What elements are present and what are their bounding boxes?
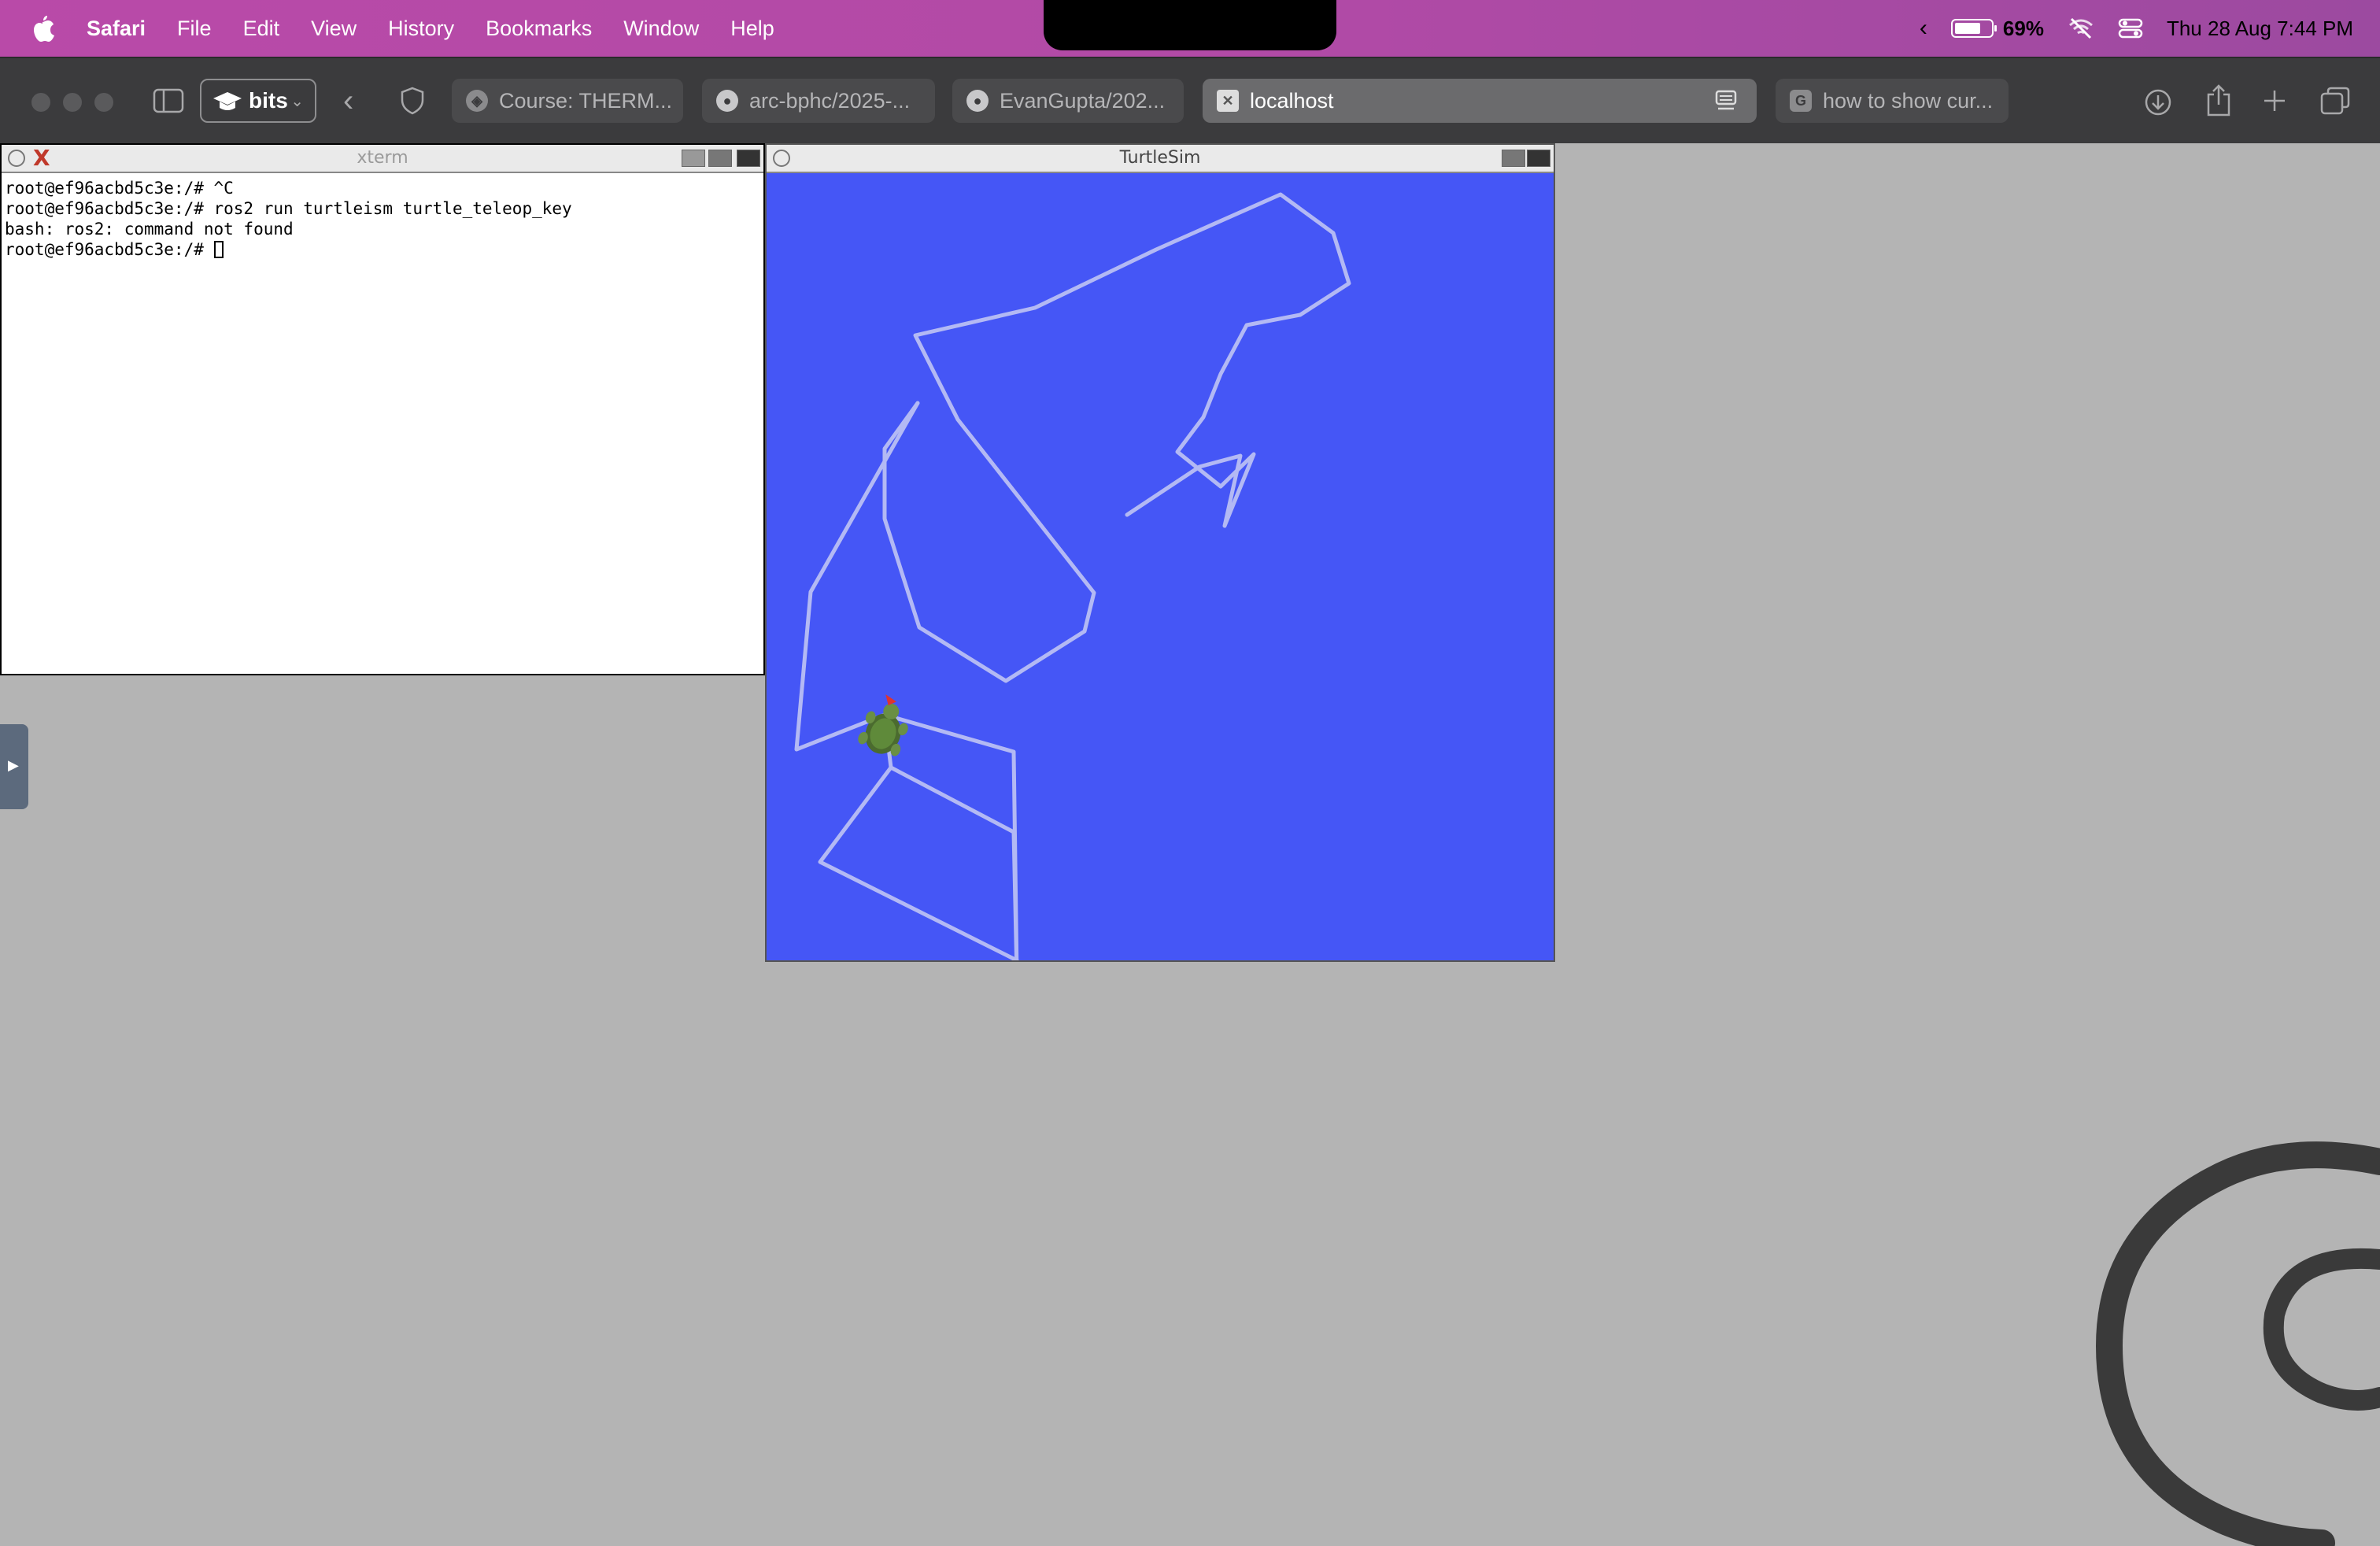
battery-percent: 69% <box>2002 16 2044 40</box>
tab-label: arc-bphc/2025-... <box>749 88 911 113</box>
turtlesim-canvas <box>794 192 1351 960</box>
tab-label: Course: THERM... <box>499 88 673 113</box>
tab-label: EvanGupta/202... <box>1000 88 1166 113</box>
maximize-icon[interactable] <box>708 150 732 167</box>
turtle-icon <box>858 694 908 756</box>
wifi-off-icon[interactable] <box>2068 17 2094 39</box>
control-center-icon[interactable] <box>2118 17 2143 39</box>
terminal-prompt: root@ef96acbd5c3e:/# <box>5 240 214 259</box>
back-icon[interactable]: ‹ <box>343 85 353 117</box>
tab-evangupta[interactable]: ● EvanGupta/202... <box>952 79 1184 123</box>
tab-how-to-show[interactable]: G how to show cur... <box>1776 79 2009 123</box>
terminal-output[interactable]: root@ef96acbd5c3e:/# ^C root@ef96acbd5c3e… <box>2 173 763 264</box>
profile-label: bits <box>249 88 288 113</box>
github-icon: ● <box>966 90 989 112</box>
terminal-line: root@ef96acbd5c3e:/# ros2 run turtleism … <box>5 199 572 218</box>
zoom-window-button[interactable] <box>94 93 113 112</box>
turtlesim-title: TurtleSim <box>1119 148 1201 168</box>
xterm-title: xterm <box>357 148 408 168</box>
debian-logo-icon <box>2095 1141 2380 1546</box>
tab-course[interactable]: ◈ Course: THERM... <box>452 79 683 123</box>
profile-selector[interactable]: bits ⌄ <box>200 79 316 123</box>
tab-label: how to show cur... <box>1823 88 1994 113</box>
download-icon[interactable] <box>2144 88 2172 117</box>
minimize-icon[interactable] <box>682 150 705 167</box>
tab-localhost[interactable]: ✕ localhost <box>1203 79 1757 123</box>
xterm-window[interactable]: X xterm root@ef96acbd5c3e:/# ^C root@ef96… <box>0 143 765 675</box>
battery-icon[interactable] <box>1950 19 1997 38</box>
status-area: ‹ 69% Thu 28 Aug 7:44 PM <box>1920 0 2353 57</box>
maximize-icon[interactable] <box>1502 150 1525 167</box>
tab-overview-icon[interactable] <box>2320 87 2350 115</box>
google-icon: G <box>1790 90 1812 112</box>
menu-window[interactable]: Window <box>623 17 699 41</box>
chevron-down-icon: ⌄ <box>290 93 304 110</box>
graduation-cap-icon <box>213 92 242 110</box>
text-cursor <box>213 241 224 258</box>
turtlesim-titlebar[interactable]: TurtleSim <box>767 145 1554 173</box>
window-menu-icon[interactable] <box>8 150 25 167</box>
x-window-icon: ✕ <box>1217 90 1239 112</box>
tab-arc-bphc[interactable]: ● arc-bphc/2025-... <box>702 79 935 123</box>
terminal-line: bash: ros2: command not found <box>5 220 294 239</box>
side-panel-handle[interactable]: ▶ <box>0 724 28 809</box>
clock[interactable]: Thu 28 Aug 7:44 PM <box>2167 17 2353 41</box>
chevron-left-icon[interactable]: ‹ <box>1920 15 1927 42</box>
tab-label: localhost <box>1250 88 1334 113</box>
menu-view[interactable]: View <box>311 17 357 41</box>
reader-view-icon[interactable] <box>1714 90 1738 112</box>
terminal-line: root@ef96acbd5c3e:/# ^C <box>5 179 234 198</box>
play-icon: ▶ <box>8 757 19 773</box>
apple-icon[interactable] <box>30 14 55 43</box>
xterm-titlebar[interactable]: X xterm <box>2 145 763 173</box>
turtle-pen-trail <box>794 192 1351 960</box>
shield-icon: ◈ <box>466 90 488 112</box>
menu-file[interactable]: File <box>177 17 212 41</box>
window-menu-icon[interactable] <box>773 150 790 167</box>
menu-bookmarks[interactable]: Bookmarks <box>486 17 592 41</box>
terminal-prompt-line: root@ef96acbd5c3e:/# <box>5 239 760 260</box>
close-icon[interactable] <box>1527 150 1550 167</box>
menu-app-safari[interactable]: Safari <box>87 17 146 41</box>
browser-toolbar: bits ⌄ ‹ ◈ Course: THERM... ● arc-bphc/2… <box>0 57 2380 143</box>
close-icon[interactable] <box>737 150 760 167</box>
menu-edit[interactable]: Edit <box>243 17 280 41</box>
share-icon[interactable] <box>2205 83 2232 117</box>
sidebar-icon[interactable] <box>153 88 184 113</box>
privacy-shield-icon[interactable] <box>400 87 425 115</box>
menu-history[interactable]: History <box>388 17 454 41</box>
new-tab-icon[interactable] <box>2262 88 2287 113</box>
github-icon: ● <box>716 90 738 112</box>
x11-logo-icon: X <box>33 145 50 171</box>
minimize-window-button[interactable] <box>63 93 82 112</box>
camera-notch <box>1044 0 1336 50</box>
turtlesim-window[interactable]: TurtleSim <box>765 143 1555 962</box>
menu-help[interactable]: Help <box>730 17 774 41</box>
close-window-button[interactable] <box>31 93 50 112</box>
